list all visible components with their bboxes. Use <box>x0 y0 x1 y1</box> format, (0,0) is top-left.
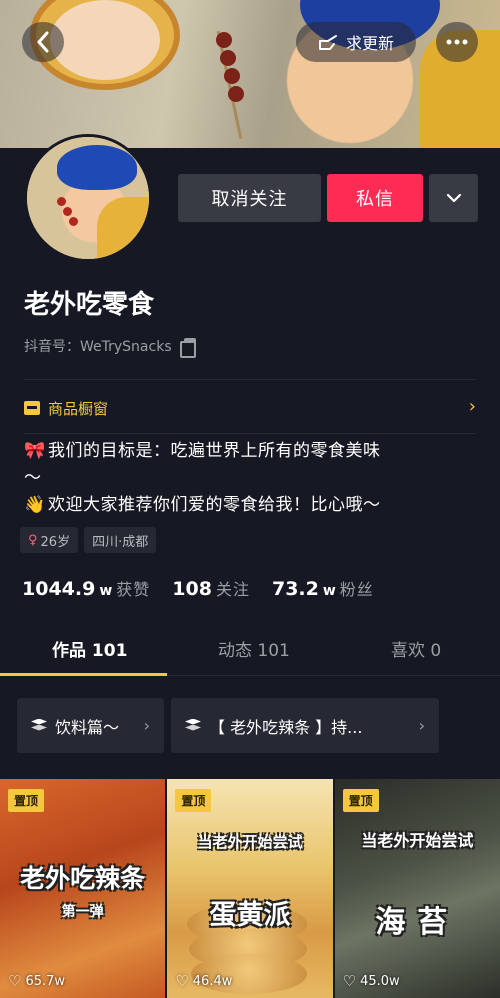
back-arrow-icon <box>37 31 49 53</box>
copy-icon[interactable] <box>179 338 196 358</box>
collection-item[interactable]: 饮料篇～ › <box>17 698 164 753</box>
stats-row: 1044.9 w 获赞 108 关注 73.2 w 粉丝 <box>22 576 374 600</box>
request-update-button[interactable]: 求更新 <box>296 22 416 62</box>
douyin-id-row: 抖音号：WeTrySnacks <box>24 336 196 358</box>
video-thumbnail[interactable]: 置顶 老外吃辣条 第一弹 ♡ 65.7w <box>0 779 166 998</box>
chevron-down-icon <box>446 193 461 203</box>
fans-stat[interactable]: 73.2 w 粉丝 <box>272 576 374 600</box>
bio-line-1-cont: ～ <box>24 468 42 488</box>
video-title-top: 当老外开始尝试 <box>197 833 303 851</box>
waving-hand-icon: 👋 <box>24 495 46 515</box>
video-likes: ♡ 45.0w <box>342 972 400 990</box>
video-likes: ♡ 65.7w <box>8 972 66 990</box>
collection-icon <box>185 718 201 733</box>
pinned-badge: 置顶 <box>175 789 212 812</box>
video-title: 老外吃辣条 <box>20 864 146 893</box>
bio: 🎀 我们的目标是：吃遍世界上所有的零食美味 ～ 👋 欢迎大家推荐你们爱的零食给我！比… <box>24 438 480 519</box>
video-thumbnail[interactable]: 置顶 当老外开始尝试 蛋黄派 ♡ 46.4w <box>167 779 333 998</box>
video-title: 海苔 <box>375 905 460 940</box>
location-tag: 四川·成都 <box>84 527 157 553</box>
chevron-right-icon: › <box>143 716 150 735</box>
shop-icon <box>24 401 40 415</box>
bio-line-1: 我们的目标是：吃遍世界上所有的零食美味 <box>48 441 381 461</box>
chevron-right-icon: › <box>418 716 425 735</box>
request-update-label: 求更新 <box>345 34 394 53</box>
collection-icon <box>31 718 47 733</box>
shop-window-row[interactable]: 商品橱窗 › <box>24 394 476 422</box>
female-icon: ♀ <box>28 532 38 548</box>
avatar[interactable] <box>24 134 152 262</box>
more-dots-icon <box>446 39 468 45</box>
likes-stat: 1044.9 w 获赞 <box>22 578 151 600</box>
douyin-id-text: 抖音号：WeTrySnacks <box>24 339 172 355</box>
content-tabs: 作品 101 动态 101 喜欢 0 <box>0 622 500 676</box>
tab-works[interactable]: 作品 101 <box>52 636 127 661</box>
video-likes: ♡ 46.4w <box>175 972 233 990</box>
profile-name: 老外吃零食 <box>24 290 155 320</box>
age-tag: ♀ 26岁 <box>20 527 79 553</box>
following-stat[interactable]: 108 关注 <box>172 576 250 600</box>
bio-line-2: 欢迎大家推荐你们爱的零食给我！比心哦～ <box>48 495 381 515</box>
tab-moments[interactable]: 动态 101 <box>218 636 290 661</box>
heart-icon: ♡ <box>342 972 357 990</box>
unfollow-button[interactable]: 取消关注 <box>178 174 321 222</box>
video-grid: 置顶 老外吃辣条 第一弹 ♡ 65.7w 置顶 当老外开始尝试 蛋黄派 ♡ 46… <box>0 779 500 998</box>
back-button[interactable] <box>22 22 64 62</box>
ribbon-icon: 🎀 <box>24 441 46 461</box>
recommend-dropdown-button[interactable] <box>429 174 478 222</box>
cover-image <box>0 0 500 148</box>
heart-icon: ♡ <box>8 972 22 990</box>
pinned-badge: 置顶 <box>342 789 379 812</box>
more-button[interactable] <box>436 22 478 62</box>
video-title-top: 当老外开始尝试 <box>361 831 474 850</box>
collection-item[interactable]: 【 老外吃辣条 】持... › <box>171 698 439 753</box>
tab-likes[interactable]: 喜欢 0 <box>391 636 441 661</box>
chevron-right-icon: › <box>468 396 476 417</box>
divider <box>24 433 476 434</box>
tag-list: ♀ 26岁 四川·成都 <box>20 527 157 553</box>
video-thumbnail[interactable]: 置顶 当老外开始尝试 海苔 ♡ 45.0w <box>334 779 500 998</box>
tab-indicator <box>0 673 167 676</box>
video-title: 蛋黄派 <box>209 900 291 931</box>
shop-window-label: 商品橱窗 <box>48 399 109 418</box>
divider <box>24 379 476 380</box>
heart-icon: ♡ <box>175 972 189 990</box>
message-button[interactable]: 私信 <box>327 174 423 222</box>
video-subtitle: 第一弹 <box>61 904 104 920</box>
pinned-badge: 置顶 <box>8 789 45 812</box>
hand-point-icon <box>318 35 337 50</box>
